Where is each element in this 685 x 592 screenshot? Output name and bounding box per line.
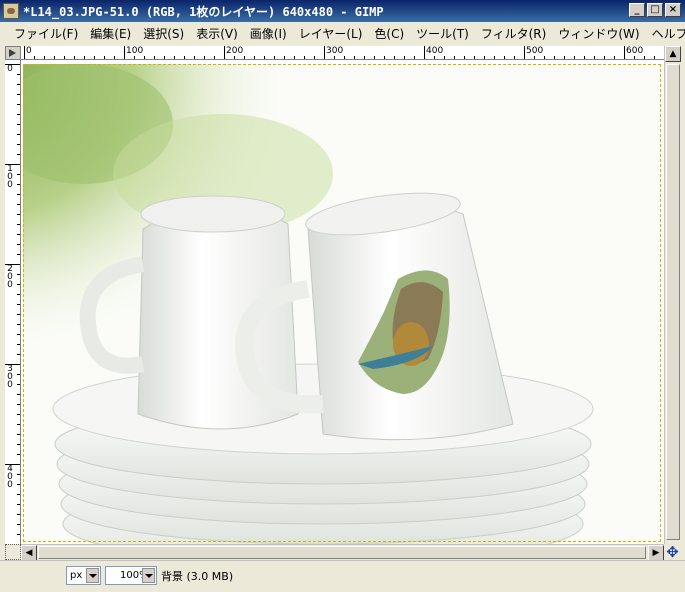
ruler-label: 200 (226, 46, 244, 56)
quick-mask-icon[interactable] (5, 544, 21, 560)
menu-view[interactable]: 表示(V) (190, 25, 244, 42)
ruler-label: 300 (7, 364, 13, 390)
menu-edit[interactable]: 編集(E) (84, 25, 137, 42)
menu-help[interactable]: ヘルプ(H) (646, 25, 685, 42)
chevron-down-icon[interactable] (142, 568, 155, 583)
layer-info: 背景 (3.0 MB) (161, 570, 234, 583)
window-controls: _ □ × (629, 3, 681, 17)
menu-bar: ファイル(F) 編集(E) 選択(S) 表示(V) 画像(I) レイヤー(L) … (0, 22, 685, 44)
ruler-label: 600 (626, 46, 644, 56)
navigate-icon[interactable]: ✥ (664, 544, 681, 560)
ruler-label: 0 (26, 46, 32, 56)
unit-select[interactable]: px (66, 566, 101, 585)
scroll-left-button[interactable]: ◀ (21, 545, 37, 561)
menu-image[interactable]: 画像(I) (244, 25, 293, 42)
scroll-right-button[interactable]: ▶ (648, 545, 664, 561)
menu-arrow-icon[interactable] (5, 46, 21, 60)
minimize-button[interactable]: _ (629, 3, 645, 17)
status-bar: px 100% 背景 (3.0 MB) (0, 560, 685, 592)
close-button[interactable]: × (665, 3, 681, 17)
horizontal-scroll-thumb[interactable] (38, 546, 646, 559)
menu-file[interactable]: ファイル(F) (8, 25, 84, 42)
ruler-label: 300 (326, 46, 344, 56)
image-canvas[interactable] (21, 60, 664, 544)
menu-select[interactable]: 選択(S) (137, 25, 190, 42)
ruler-label: 400 (7, 464, 13, 490)
photo-cups-and-plates (23, 64, 663, 544)
horizontal-scrollbar[interactable]: ◀ ▶ (21, 544, 664, 561)
title-bar[interactable]: *L14_03.JPG-51.0 (RGB, 1枚のレイヤー) 640x480 … (0, 0, 685, 22)
vertical-ruler[interactable]: 0 100 200 300 400 (5, 60, 21, 544)
vertical-scrollbar[interactable]: ▲ (664, 46, 681, 544)
ruler-label: 200 (7, 264, 13, 290)
ruler-label: 500 (526, 46, 544, 56)
menu-windows[interactable]: ウィンドウ(W) (552, 25, 645, 42)
vertical-scroll-thumb[interactable] (666, 64, 680, 540)
window-title: *L14_03.JPG-51.0 (RGB, 1枚のレイヤー) 640x480 … (23, 4, 384, 19)
horizontal-ruler[interactable]: 0 100 200 300 400 500 600 (21, 46, 664, 60)
zoom-select[interactable]: 100% (105, 566, 157, 585)
chevron-down-icon[interactable] (86, 568, 99, 583)
image-photo[interactable] (23, 64, 663, 544)
unit-value: px (70, 570, 83, 581)
menu-filters[interactable]: フィルタ(R) (475, 25, 552, 42)
maximize-button[interactable]: □ (647, 3, 663, 17)
ruler-label: 100 (7, 164, 13, 190)
gimp-image-icon (3, 3, 19, 19)
ruler-label: 0 (7, 64, 13, 74)
ruler-label: 400 (426, 46, 444, 56)
scroll-up-button[interactable]: ▲ (665, 46, 681, 62)
ruler-label: 100 (126, 46, 144, 56)
menu-colors[interactable]: 色(C) (368, 25, 410, 42)
menu-tools[interactable]: ツール(T) (410, 25, 475, 42)
menu-layer[interactable]: レイヤー(L) (293, 25, 369, 42)
